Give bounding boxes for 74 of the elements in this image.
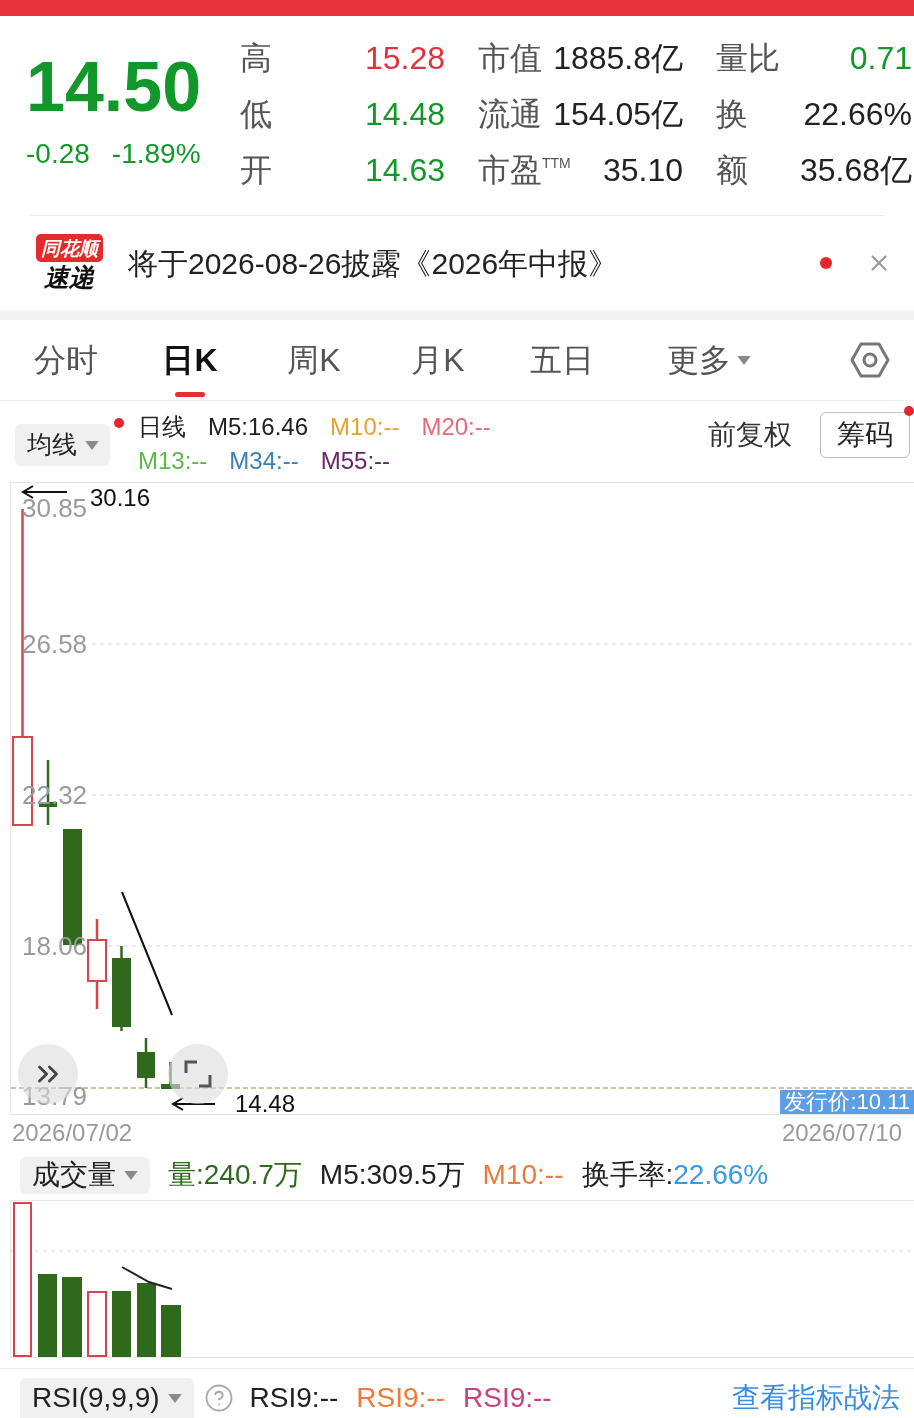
indicator-dropdown[interactable]: 均线	[15, 424, 110, 466]
rsi-value: RSI9:--	[463, 1381, 552, 1415]
low-price-label: 14.48	[235, 1090, 296, 1118]
caret-icon	[84, 440, 99, 450]
turnover-rate-label: 换手率:22.66%	[581, 1158, 769, 1192]
price-adjustment-label[interactable]: 前复权	[708, 414, 792, 456]
rsi-indicator-dropdown[interactable]: RSI(9,9,9)	[20, 1378, 194, 1418]
stat-value: 14.48	[364, 95, 445, 134]
news-text[interactable]: 将于2026-08-26披露《2026年中报》	[128, 240, 619, 286]
help-icon	[203, 1383, 234, 1413]
axis-tick-label: 18.06	[22, 933, 88, 959]
price-change-percent: -1.89%	[111, 138, 201, 170]
rsi-value: RSI9:--	[249, 1381, 339, 1415]
left-arrow-icon	[21, 485, 68, 499]
volume-bar	[87, 1291, 107, 1357]
end-date-label: 2026/07/10	[781, 1117, 902, 1148]
left-arrow-icon	[171, 1097, 216, 1111]
volume-indicator-dropdown[interactable]: 成交量	[20, 1156, 150, 1194]
stat-value: 15.28	[364, 39, 445, 78]
caret-icon	[167, 1393, 182, 1403]
moving-average-value: M55:--	[320, 446, 391, 476]
chips-button[interactable]: 筹码	[820, 412, 910, 458]
axis-tick-label: 30.85	[22, 495, 88, 521]
stat-value: 0.71	[849, 39, 912, 78]
period-label: 日线	[138, 412, 186, 442]
caret-icon	[737, 355, 751, 365]
start-date-label: 2026/07/02	[12, 1117, 133, 1148]
stat-label: 开	[240, 151, 272, 190]
stat-value: 35.68亿	[799, 151, 912, 190]
volume-value: 量:240.7万	[168, 1158, 302, 1192]
expand-icon	[184, 1060, 212, 1088]
volume-bar	[161, 1305, 181, 1357]
logo-text: 速递	[44, 262, 94, 292]
settings-button[interactable]	[850, 342, 890, 378]
tab[interactable]: 周K	[252, 320, 376, 400]
stat-label: 高	[240, 39, 272, 78]
price-change: -0.28	[26, 138, 90, 170]
moving-average-value: M13:--	[138, 446, 208, 476]
stat-label: 市值	[478, 39, 542, 78]
stat-value: 22.66%	[803, 95, 912, 134]
moving-average-value: M20:--	[421, 412, 491, 442]
trend-line	[121, 1266, 173, 1290]
volume-value: M5:309.5万	[319, 1158, 465, 1192]
tab[interactable]: 分时	[4, 320, 128, 400]
axis-tick-label: 13.79	[22, 1083, 88, 1109]
issue-price-label: 发行价:10.11	[780, 1090, 914, 1114]
high-price-label: 30.16	[90, 484, 151, 512]
settings-icon	[850, 342, 890, 378]
moving-average-value: M10:--	[330, 412, 400, 442]
rsi-value: RSI9:--	[356, 1381, 445, 1415]
stat-label: 额	[716, 151, 748, 190]
stat-value: 1885.8亿	[553, 39, 683, 78]
tab[interactable]: 月K	[376, 320, 500, 400]
moving-average-value: M5:16.46	[208, 412, 309, 442]
caret-icon	[124, 1170, 138, 1180]
stat-label: 市盈$^{TTM}$	[478, 151, 571, 190]
logo-badge: 同花顺	[35, 234, 103, 262]
volume-bar	[112, 1291, 131, 1357]
tab[interactable]: 日K	[128, 320, 252, 400]
stat-label: 流通	[478, 95, 542, 134]
stat-value: 154.05亿	[553, 95, 683, 134]
candle	[161, 1062, 180, 1089]
current-price: 14.50	[26, 52, 203, 122]
stat-label: 低	[240, 95, 272, 134]
tab[interactable]: 五日	[500, 320, 624, 400]
candle	[137, 1038, 155, 1088]
stat-label: 量比	[716, 39, 780, 78]
tab[interactable]: 更多	[624, 320, 794, 400]
stat-label: 换	[716, 95, 748, 134]
stat-value: 14.63	[364, 151, 445, 190]
moving-average-value: M34:--	[229, 446, 299, 476]
help-button[interactable]	[203, 1383, 234, 1413]
stat-value: 35.10	[602, 151, 683, 190]
volume-value: M10:--	[482, 1158, 564, 1192]
